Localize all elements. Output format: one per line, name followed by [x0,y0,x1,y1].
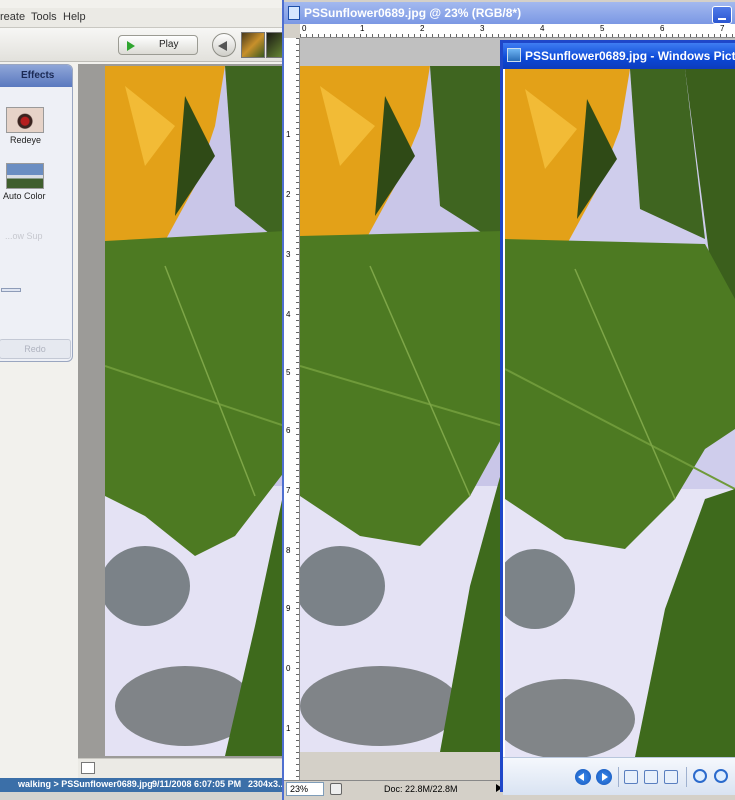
ruler-tick-label: 3 [480,24,485,33]
zoom-in-icon[interactable] [693,769,707,783]
zoom-level-input[interactable]: 23% [286,782,324,796]
play-button[interactable]: Play [118,35,198,55]
status-dimensions: 2304x3... [248,779,285,789]
picasa-caption-bar [78,758,285,778]
photoshop-window-title: PSSunflower0689.jpg @ 23% (RGB/8*) [304,6,522,20]
best-fit-icon[interactable] [624,770,638,784]
vertical-ruler[interactable]: 1 2 3 4 5 6 7 8 9 0 1 [284,38,300,780]
ruler-tick-label: 2 [420,24,425,33]
photoshop-canvas[interactable] [300,66,503,752]
ruler-tick-label: 3 [286,250,291,259]
viewer-image [505,69,735,757]
photoshop-status-bar: 23% Doc: 22.8M/22.8M [284,780,504,796]
previous-image-icon[interactable] [575,769,591,785]
status-date: 9/11/2008 6:07:05 PM [152,779,242,789]
back-button[interactable] [212,33,236,57]
ruler-tick-label: 6 [286,426,291,435]
ruler-tick-label: 5 [600,24,605,33]
photoshop-document-icon [288,6,300,20]
ruler-tick-label: 9 [286,604,291,613]
ruler-tick-label: 4 [540,24,545,33]
auto-color-label: Auto Color [3,191,46,201]
redeye-icon[interactable] [6,107,44,133]
status-path: walking > PSSunflower0689.jpg [18,779,153,789]
menu-create[interactable]: reate [0,11,25,23]
effect-slider[interactable] [1,288,21,292]
ruler-tick-label: 2 [286,190,291,199]
picture-viewer-window: PSSunflower0689.jpg - Windows Picture... [500,40,735,795]
ruler-tick-label: 7 [720,24,725,33]
picasa-window: reate Tools Help Play Effects Redeye Aut… [0,0,285,800]
next-image-icon[interactable] [596,769,612,785]
ruler-tick-label: 8 [286,546,291,555]
picture-viewer-title: PSSunflower0689.jpg - Windows Picture... [525,49,735,63]
ruler-tick-label: 0 [286,664,291,673]
disabled-effect-label: ...ow Sup [5,231,43,241]
auto-color-icon[interactable] [6,163,44,189]
ruler-tick-label: 7 [286,486,291,495]
ruler-tick-label: 4 [286,310,291,319]
minimize-icon[interactable] [712,6,732,24]
document-size-info[interactable]: Doc: 22.8M/22.8M [384,784,458,794]
menu-help[interactable]: Help [63,11,86,23]
picture-viewer-toolbar [503,757,735,795]
picasa-bottom-toolbar [0,792,285,800]
ruler-tick-label: 1 [286,130,291,139]
redeye-label: Redeye [10,135,42,145]
photo-viewport [78,64,285,758]
photoshop-title-bar[interactable]: PSSunflower0689.jpg @ 23% (RGB/8*) [284,2,735,24]
effects-panel: Effects Redeye Auto Color ...ow Sup Redo [0,64,73,362]
sunflower-photo [105,66,285,756]
document-info-icon[interactable] [330,783,342,795]
play-label: Play [159,39,179,50]
ruler-tick-label: 0 [302,24,307,33]
ruler-tick-label: 6 [660,24,665,33]
ruler-tick-label: 1 [360,24,365,33]
play-icon [127,41,135,51]
toolbar-separator [618,767,619,787]
redo-label: Redo [24,344,46,354]
back-arrow-icon [218,41,227,51]
slideshow-icon[interactable] [664,770,678,784]
menu-tools[interactable]: Tools [31,11,57,23]
redo-button[interactable]: Redo [0,339,71,359]
actual-size-icon[interactable] [644,770,658,784]
picasa-status-bar: walking > PSSunflower0689.jpg 9/11/2008 … [0,778,285,792]
filmstrip-thumbnail[interactable] [241,32,265,58]
picture-viewer-icon [507,48,521,62]
ruler-tick-label: 1 [286,724,291,733]
tab-effects-label: Effects [21,70,55,81]
picture-viewer-title-bar[interactable]: PSSunflower0689.jpg - Windows Picture... [503,43,735,69]
zoom-out-icon[interactable] [714,769,728,783]
ruler-tick-label: 5 [286,368,291,377]
toolbar-separator [686,767,687,787]
caption-note-icon[interactable] [81,762,95,774]
horizontal-ruler[interactable]: 0 1 2 3 4 5 6 7 [300,24,735,38]
menu-bar: reate Tools Help [0,8,285,28]
tab-effects[interactable]: Effects [0,65,72,87]
